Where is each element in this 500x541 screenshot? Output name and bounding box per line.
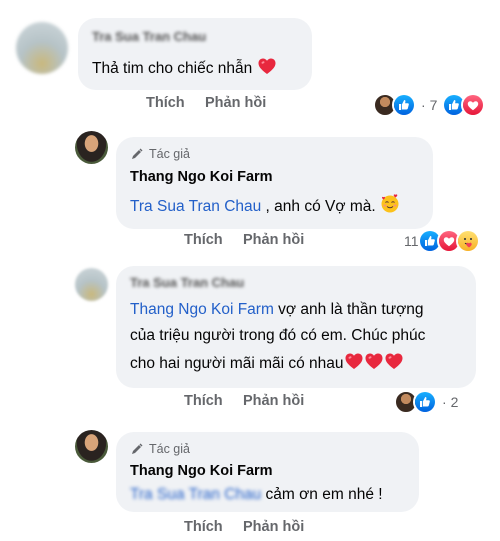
mention-link[interactable]: Tra Sua Tran Chau bbox=[130, 486, 261, 503]
mention-link[interactable]: Tra Sua Tran Chau bbox=[130, 198, 261, 215]
author-badge: Tác giả bbox=[130, 442, 190, 456]
author-badge: Tác giả bbox=[130, 147, 190, 161]
comment-text-body: Thả tim cho chiếc nhẫn bbox=[92, 60, 253, 77]
pencil-icon bbox=[132, 443, 143, 454]
red-heart-icon bbox=[257, 56, 277, 76]
comment-text-body: cảm ơn em nhé ! bbox=[261, 486, 383, 503]
reaction-count: · 2 bbox=[442, 394, 459, 410]
reaction-count: · 7 bbox=[421, 97, 438, 113]
commenter-name[interactable]: Tra Sua Tran Chau bbox=[92, 29, 206, 44]
like-button[interactable]: Thích bbox=[184, 393, 223, 409]
like-button[interactable]: Thích bbox=[184, 519, 223, 535]
author-badge-label: Tác giả bbox=[149, 147, 190, 161]
reply-button[interactable]: Phản hồi bbox=[243, 519, 304, 535]
love-icon bbox=[461, 93, 486, 117]
commenter-avatar[interactable] bbox=[16, 22, 68, 74]
commenter-name[interactable]: Thang Ngo Koi Farm bbox=[130, 169, 273, 185]
comment-text-line-3: cho hai người mãi mãi có nhau bbox=[130, 350, 404, 377]
comment-text-line-2: của triệu người trong đó có em. Chúc phú… bbox=[130, 327, 426, 344]
mention-link[interactable]: Thang Ngo Koi Farm bbox=[130, 301, 274, 318]
commenter-name[interactable]: Thang Ngo Koi Farm bbox=[130, 463, 273, 479]
red-heart-icon bbox=[344, 351, 364, 371]
smiling-face-with-hearts-icon bbox=[380, 194, 400, 214]
reply-button[interactable]: Phản hồi bbox=[243, 393, 304, 409]
commenter-name[interactable]: Tra Sua Tran Chau bbox=[130, 275, 244, 290]
pencil-icon bbox=[132, 148, 143, 159]
comment-text: Thả tim cho chiếc nhẫn bbox=[92, 55, 277, 82]
author-badge-label: Tác giả bbox=[149, 442, 190, 456]
reaction-summary[interactable]: 11 bbox=[404, 229, 480, 253]
comment-text: Tra Sua Tran Chau cảm ơn em nhé ! bbox=[130, 481, 383, 508]
comment-text-line-1: Thang Ngo Koi Farm vợ anh là thần tượng bbox=[130, 301, 424, 318]
red-heart-icon bbox=[364, 351, 384, 371]
like-button[interactable]: Thích bbox=[146, 95, 185, 111]
reply-button[interactable]: Phản hồi bbox=[205, 95, 266, 111]
like-button[interactable]: Thích bbox=[184, 232, 223, 248]
author-avatar[interactable] bbox=[75, 131, 108, 164]
comment-text-body: , anh có Vợ mà. bbox=[261, 198, 376, 215]
reaction-summary[interactable]: · 2 bbox=[394, 390, 458, 414]
reply-button[interactable]: Phản hồi bbox=[243, 232, 304, 248]
commenter-avatar[interactable] bbox=[75, 268, 108, 301]
red-heart-icon bbox=[384, 351, 404, 371]
like-icon bbox=[392, 93, 416, 117]
care-icon bbox=[455, 229, 480, 253]
reaction-summary[interactable]: · 7 bbox=[373, 93, 486, 117]
reaction-count: 11 bbox=[404, 233, 419, 249]
comment-text: Tra Sua Tran Chau , anh có Vợ mà. bbox=[130, 193, 400, 220]
author-avatar[interactable] bbox=[75, 430, 108, 463]
like-icon bbox=[413, 390, 437, 414]
